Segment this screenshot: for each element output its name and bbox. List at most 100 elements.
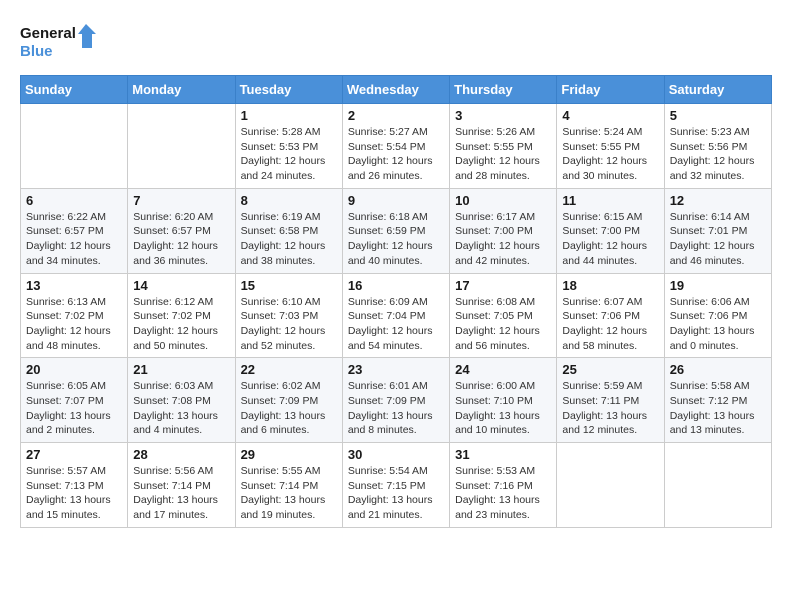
calendar-cell: 23 Sunrise: 6:01 AMSunset: 7:09 PMDayligh… <box>342 358 449 443</box>
day-number: 1 <box>241 108 337 123</box>
calendar-week-1: 6 Sunrise: 6:22 AMSunset: 6:57 PMDaylight… <box>21 188 772 273</box>
day-number: 23 <box>348 362 444 377</box>
day-info: Sunrise: 5:58 AMSunset: 7:12 PMDaylight:… <box>670 379 766 438</box>
day-info: Sunrise: 6:17 AMSunset: 7:00 PMDaylight:… <box>455 210 551 269</box>
calendar-cell: 18 Sunrise: 6:07 AMSunset: 7:06 PMDayligh… <box>557 273 664 358</box>
calendar-cell: 12Sunrise: 6:14 AMSunset: 7:01 PMDayligh… <box>664 188 771 273</box>
calendar-cell <box>557 443 664 528</box>
day-number: 30 <box>348 447 444 462</box>
calendar-cell: 3 Sunrise: 5:26 AMSunset: 5:55 PMDaylight… <box>450 104 557 189</box>
day-number: 9 <box>348 193 444 208</box>
day-number: 22 <box>241 362 337 377</box>
column-header-saturday: Saturday <box>664 76 771 104</box>
day-number: 2 <box>348 108 444 123</box>
calendar-cell: 20 Sunrise: 6:05 AMSunset: 7:07 PMDayligh… <box>21 358 128 443</box>
day-info: Sunrise: 5:55 AMSunset: 7:14 PMDaylight:… <box>241 464 337 523</box>
column-header-thursday: Thursday <box>450 76 557 104</box>
calendar-cell: 21 Sunrise: 6:03 AMSunset: 7:08 PMDayligh… <box>128 358 235 443</box>
day-info: Sunrise: 6:01 AMSunset: 7:09 PMDaylight:… <box>348 379 444 438</box>
calendar-cell: 31 Sunrise: 5:53 AMSunset: 7:16 PMDayligh… <box>450 443 557 528</box>
calendar-cell: 30 Sunrise: 5:54 AMSunset: 7:15 PMDayligh… <box>342 443 449 528</box>
calendar-week-4: 27Sunrise: 5:57 AMSunset: 7:13 PMDayligh… <box>21 443 772 528</box>
svg-text:General: General <box>20 25 76 42</box>
day-number: 16 <box>348 278 444 293</box>
day-info: Sunrise: 5:24 AMSunset: 5:55 PMDaylight:… <box>562 125 658 184</box>
logo-svg: General Blue <box>20 20 100 65</box>
day-number: 5 <box>670 108 766 123</box>
day-number: 26 <box>670 362 766 377</box>
day-info: Sunrise: 6:12 AMSunset: 7:02 PMDaylight:… <box>133 295 229 354</box>
calendar-cell: 14 Sunrise: 6:12 AMSunset: 7:02 PMDayligh… <box>128 273 235 358</box>
calendar-cell: 26 Sunrise: 5:58 AMSunset: 7:12 PMDayligh… <box>664 358 771 443</box>
column-header-sunday: Sunday <box>21 76 128 104</box>
day-number: 13 <box>26 278 122 293</box>
column-header-monday: Monday <box>128 76 235 104</box>
day-info: Sunrise: 6:06 AMSunset: 7:06 PMDaylight:… <box>670 295 766 354</box>
day-number: 11 <box>562 193 658 208</box>
day-info: Sunrise: 5:53 AMSunset: 7:16 PMDaylight:… <box>455 464 551 523</box>
calendar-cell: 22 Sunrise: 6:02 AMSunset: 7:09 PMDayligh… <box>235 358 342 443</box>
calendar-header-row: SundayMondayTuesdayWednesdayThursdayFrid… <box>21 76 772 104</box>
day-number: 21 <box>133 362 229 377</box>
day-info: Sunrise: 5:23 AMSunset: 5:56 PMDaylight:… <box>670 125 766 184</box>
day-info: Sunrise: 6:20 AMSunset: 6:57 PMDaylight:… <box>133 210 229 269</box>
day-info: Sunrise: 6:15 AMSunset: 7:00 PMDaylight:… <box>562 210 658 269</box>
day-number: 29 <box>241 447 337 462</box>
column-header-wednesday: Wednesday <box>342 76 449 104</box>
day-number: 8 <box>241 193 337 208</box>
day-info: Sunrise: 6:13 AMSunset: 7:02 PMDaylight:… <box>26 295 122 354</box>
calendar-cell <box>664 443 771 528</box>
day-info: Sunrise: 5:54 AMSunset: 7:15 PMDaylight:… <box>348 464 444 523</box>
day-number: 20 <box>26 362 122 377</box>
calendar-cell: 8Sunrise: 6:19 AMSunset: 6:58 PMDaylight… <box>235 188 342 273</box>
calendar-cell: 17 Sunrise: 6:08 AMSunset: 7:05 PMDayligh… <box>450 273 557 358</box>
day-number: 25 <box>562 362 658 377</box>
calendar-cell: 24Sunrise: 6:00 AMSunset: 7:10 PMDayligh… <box>450 358 557 443</box>
day-info: Sunrise: 6:22 AMSunset: 6:57 PMDaylight:… <box>26 210 122 269</box>
day-number: 19 <box>670 278 766 293</box>
day-number: 17 <box>455 278 551 293</box>
calendar-table: SundayMondayTuesdayWednesdayThursdayFrid… <box>20 75 772 528</box>
day-info: Sunrise: 6:09 AMSunset: 7:04 PMDaylight:… <box>348 295 444 354</box>
day-info: Sunrise: 6:14 AMSunset: 7:01 PMDaylight:… <box>670 210 766 269</box>
day-number: 7 <box>133 193 229 208</box>
day-number: 14 <box>133 278 229 293</box>
day-number: 18 <box>562 278 658 293</box>
calendar-cell: 29 Sunrise: 5:55 AMSunset: 7:14 PMDayligh… <box>235 443 342 528</box>
calendar-cell: 19 Sunrise: 6:06 AMSunset: 7:06 PMDayligh… <box>664 273 771 358</box>
day-info: Sunrise: 5:59 AMSunset: 7:11 PMDaylight:… <box>562 379 658 438</box>
calendar-cell: 11 Sunrise: 6:15 AMSunset: 7:00 PMDayligh… <box>557 188 664 273</box>
calendar-cell: 1 Sunrise: 5:28 AMSunset: 5:53 PMDaylight… <box>235 104 342 189</box>
calendar-cell: 15 Sunrise: 6:10 AMSunset: 7:03 PMDayligh… <box>235 273 342 358</box>
logo: General Blue <box>20 20 100 65</box>
day-info: Sunrise: 5:57 AMSunset: 7:13 PMDaylight:… <box>26 464 122 523</box>
calendar-cell: 7 Sunrise: 6:20 AMSunset: 6:57 PMDaylight… <box>128 188 235 273</box>
day-number: 6 <box>26 193 122 208</box>
day-info: Sunrise: 5:28 AMSunset: 5:53 PMDaylight:… <box>241 125 337 184</box>
calendar-cell: 4 Sunrise: 5:24 AMSunset: 5:55 PMDaylight… <box>557 104 664 189</box>
day-info: Sunrise: 6:18 AMSunset: 6:59 PMDaylight:… <box>348 210 444 269</box>
day-info: Sunrise: 6:05 AMSunset: 7:07 PMDaylight:… <box>26 379 122 438</box>
calendar-cell: 2Sunrise: 5:27 AMSunset: 5:54 PMDaylight… <box>342 104 449 189</box>
day-info: Sunrise: 5:56 AMSunset: 7:14 PMDaylight:… <box>133 464 229 523</box>
calendar-cell: 9 Sunrise: 6:18 AMSunset: 6:59 PMDaylight… <box>342 188 449 273</box>
day-info: Sunrise: 5:26 AMSunset: 5:55 PMDaylight:… <box>455 125 551 184</box>
calendar-cell: 28 Sunrise: 5:56 AMSunset: 7:14 PMDayligh… <box>128 443 235 528</box>
calendar-cell: 13 Sunrise: 6:13 AMSunset: 7:02 PMDayligh… <box>21 273 128 358</box>
calendar-cell: 16 Sunrise: 6:09 AMSunset: 7:04 PMDayligh… <box>342 273 449 358</box>
day-info: Sunrise: 6:03 AMSunset: 7:08 PMDaylight:… <box>133 379 229 438</box>
day-info: Sunrise: 6:08 AMSunset: 7:05 PMDaylight:… <box>455 295 551 354</box>
calendar-week-0: 1 Sunrise: 5:28 AMSunset: 5:53 PMDaylight… <box>21 104 772 189</box>
day-info: Sunrise: 6:07 AMSunset: 7:06 PMDaylight:… <box>562 295 658 354</box>
day-info: Sunrise: 6:02 AMSunset: 7:09 PMDaylight:… <box>241 379 337 438</box>
calendar-cell <box>21 104 128 189</box>
day-number: 28 <box>133 447 229 462</box>
day-number: 3 <box>455 108 551 123</box>
calendar-cell: 6 Sunrise: 6:22 AMSunset: 6:57 PMDaylight… <box>21 188 128 273</box>
day-number: 31 <box>455 447 551 462</box>
day-info: Sunrise: 6:00 AMSunset: 7:10 PMDaylight:… <box>455 379 551 438</box>
day-number: 15 <box>241 278 337 293</box>
page-header: General Blue <box>20 20 772 65</box>
day-info: Sunrise: 6:10 AMSunset: 7:03 PMDaylight:… <box>241 295 337 354</box>
day-number: 4 <box>562 108 658 123</box>
